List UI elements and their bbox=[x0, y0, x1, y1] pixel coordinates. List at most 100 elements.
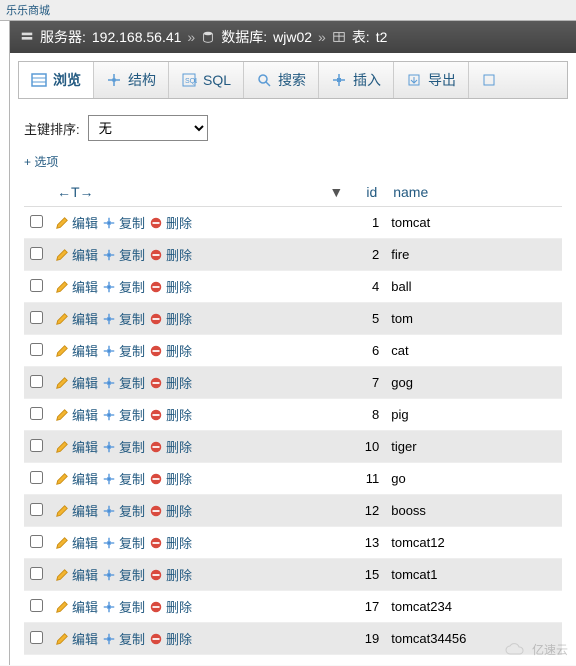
delete-action[interactable]: 删除 bbox=[149, 629, 192, 648]
delete-label: 删除 bbox=[166, 469, 192, 488]
copy-action[interactable]: 复制 bbox=[102, 629, 145, 648]
copy-action[interactable]: 复制 bbox=[102, 405, 145, 424]
sort-row: 主键排序: 无 bbox=[10, 107, 576, 149]
edit-action[interactable]: 编辑 bbox=[55, 565, 98, 584]
pencil-icon bbox=[55, 440, 69, 454]
edit-action[interactable]: 编辑 bbox=[55, 501, 98, 520]
copy-action[interactable]: 复制 bbox=[102, 597, 145, 616]
tab-browse[interactable]: 浏览 bbox=[19, 62, 94, 98]
edit-label: 编辑 bbox=[72, 597, 98, 616]
name-cell: cat bbox=[385, 335, 562, 367]
header-id[interactable]: id bbox=[351, 178, 385, 207]
export-icon bbox=[406, 72, 422, 88]
edit-action[interactable]: 编辑 bbox=[55, 277, 98, 296]
edit-action[interactable]: 编辑 bbox=[55, 405, 98, 424]
delete-action[interactable]: 删除 bbox=[149, 245, 192, 264]
copy-label: 复制 bbox=[119, 597, 145, 616]
name-cell: go bbox=[385, 463, 562, 495]
sort-label: 主键排序: bbox=[24, 119, 80, 138]
delete-icon bbox=[149, 248, 163, 262]
edit-action[interactable]: 编辑 bbox=[55, 245, 98, 264]
tab-insert[interactable]: 插入 bbox=[319, 62, 394, 98]
copy-action[interactable]: 复制 bbox=[102, 501, 145, 520]
copy-action[interactable]: 复制 bbox=[102, 213, 145, 232]
edit-label: 编辑 bbox=[72, 501, 98, 520]
row-checkbox[interactable] bbox=[30, 631, 43, 644]
row-checkbox[interactable] bbox=[30, 599, 43, 612]
copy-action[interactable]: 复制 bbox=[102, 277, 145, 296]
insert-icon bbox=[331, 72, 347, 88]
row-checkbox[interactable] bbox=[30, 215, 43, 228]
tab-sql[interactable]: SQL SQL bbox=[169, 62, 244, 98]
delete-icon bbox=[149, 472, 163, 486]
options-link[interactable]: + 选项 bbox=[10, 149, 576, 178]
chevron-down-icon[interactable]: ▼ bbox=[329, 184, 343, 200]
copy-action[interactable]: 复制 bbox=[102, 373, 145, 392]
delete-action[interactable]: 删除 bbox=[149, 405, 192, 424]
delete-icon bbox=[149, 376, 163, 390]
delete-action[interactable]: 删除 bbox=[149, 533, 192, 552]
row-checkbox[interactable] bbox=[30, 247, 43, 260]
delete-action[interactable]: 删除 bbox=[149, 341, 192, 360]
copy-label: 复制 bbox=[119, 341, 145, 360]
edit-action[interactable]: 编辑 bbox=[55, 373, 98, 392]
row-checkbox[interactable] bbox=[30, 407, 43, 420]
row-checkbox[interactable] bbox=[30, 503, 43, 516]
copy-action[interactable]: 复制 bbox=[102, 533, 145, 552]
copy-action[interactable]: 复制 bbox=[102, 309, 145, 328]
delete-label: 删除 bbox=[166, 597, 192, 616]
copy-action[interactable]: 复制 bbox=[102, 341, 145, 360]
edit-label: 编辑 bbox=[72, 437, 98, 456]
row-checkbox[interactable] bbox=[30, 279, 43, 292]
edit-label: 编辑 bbox=[72, 373, 98, 392]
row-checkbox[interactable] bbox=[30, 471, 43, 484]
name-cell: tom bbox=[385, 303, 562, 335]
copy-action[interactable]: 复制 bbox=[102, 437, 145, 456]
server-name[interactable]: 192.168.56.41 bbox=[92, 29, 182, 45]
row-checkbox[interactable] bbox=[30, 567, 43, 580]
name-cell: tomcat12 bbox=[385, 527, 562, 559]
edit-action[interactable]: 编辑 bbox=[55, 341, 98, 360]
db-name[interactable]: wjw02 bbox=[273, 29, 312, 45]
tab-structure[interactable]: 结构 bbox=[94, 62, 169, 98]
tab-export[interactable]: 导出 bbox=[394, 62, 469, 98]
delete-action[interactable]: 删除 bbox=[149, 373, 192, 392]
tab-search[interactable]: 搜索 bbox=[244, 62, 319, 98]
row-checkbox[interactable] bbox=[30, 311, 43, 324]
edit-action[interactable]: 编辑 bbox=[55, 533, 98, 552]
row-checkbox[interactable] bbox=[30, 535, 43, 548]
header-row-actions[interactable]: ←T→ ▼ bbox=[49, 178, 351, 207]
table-name[interactable]: t2 bbox=[376, 29, 388, 45]
tab-more[interactable] bbox=[469, 62, 509, 98]
row-checkbox[interactable] bbox=[30, 439, 43, 452]
table-row: 编辑复制删除13tomcat12 bbox=[24, 527, 562, 559]
delete-action[interactable]: 删除 bbox=[149, 213, 192, 232]
edit-action[interactable]: 编辑 bbox=[55, 597, 98, 616]
delete-action[interactable]: 删除 bbox=[149, 437, 192, 456]
row-checkbox[interactable] bbox=[30, 375, 43, 388]
delete-action[interactable]: 删除 bbox=[149, 565, 192, 584]
delete-action[interactable]: 删除 bbox=[149, 309, 192, 328]
copy-action[interactable]: 复制 bbox=[102, 565, 145, 584]
edit-action[interactable]: 编辑 bbox=[55, 469, 98, 488]
delete-icon bbox=[149, 216, 163, 230]
edit-label: 编辑 bbox=[72, 245, 98, 264]
edit-action[interactable]: 编辑 bbox=[55, 309, 98, 328]
delete-action[interactable]: 删除 bbox=[149, 277, 192, 296]
copy-icon bbox=[102, 600, 116, 614]
sort-select[interactable]: 无 bbox=[88, 115, 208, 141]
delete-action[interactable]: 删除 bbox=[149, 469, 192, 488]
copy-action[interactable]: 复制 bbox=[102, 245, 145, 264]
data-table: ←T→ ▼ id name 编辑复制删除1tomcat编辑复制删除2fire编辑… bbox=[24, 178, 562, 655]
pencil-icon bbox=[55, 600, 69, 614]
delete-action[interactable]: 删除 bbox=[149, 597, 192, 616]
header-name[interactable]: name bbox=[385, 178, 562, 207]
delete-label: 删除 bbox=[166, 629, 192, 648]
edit-action[interactable]: 编辑 bbox=[55, 629, 98, 648]
copy-action[interactable]: 复制 bbox=[102, 469, 145, 488]
delete-action[interactable]: 删除 bbox=[149, 501, 192, 520]
edit-action[interactable]: 编辑 bbox=[55, 213, 98, 232]
watermark-text: 亿速云 bbox=[532, 641, 568, 658]
row-checkbox[interactable] bbox=[30, 343, 43, 356]
edit-action[interactable]: 编辑 bbox=[55, 437, 98, 456]
